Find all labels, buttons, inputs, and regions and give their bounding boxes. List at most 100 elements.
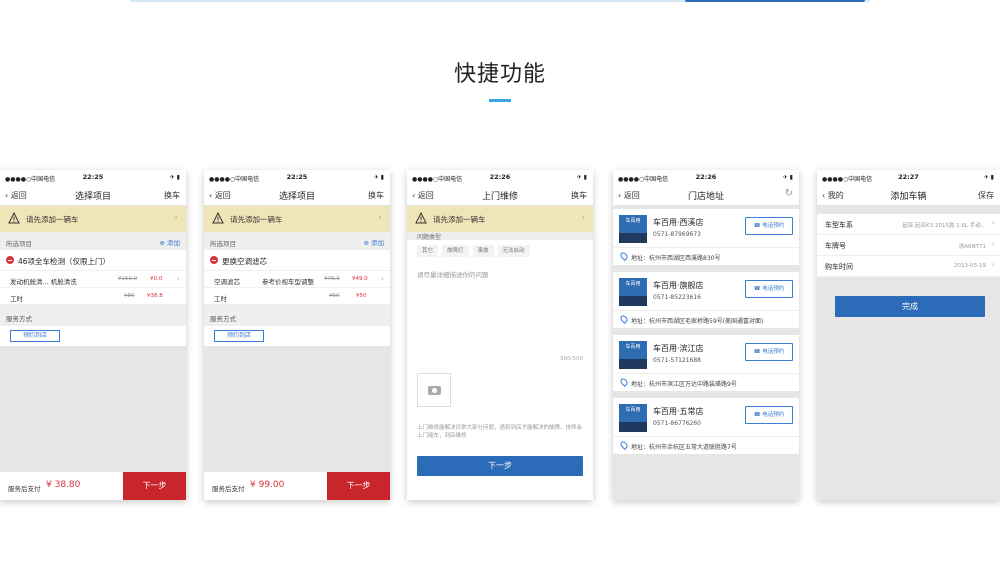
item-header: 更换空调滤芯 — [204, 250, 390, 270]
call-booking-button[interactable]: ☎ 电话预约 — [745, 217, 793, 235]
notice-text: 请先添加一辆车 — [26, 215, 79, 224]
phone-select-item-2: ●●●●○中国电信 22:25 ✈ ▮ ‹ 返回 选择项目 换车 请先添加一辆车… — [204, 170, 390, 500]
status-time: 22:25 — [286, 173, 308, 181]
status-bar: ●●●●○中国电信 22:25 ✈ ▮ — [0, 170, 186, 184]
top-bar-segment-active — [685, 0, 865, 2]
store-photo-base — [619, 422, 647, 432]
save-button[interactable]: 保存 — [978, 190, 994, 201]
add-item-button[interactable]: ⊕ 添加 — [159, 237, 180, 247]
nav-bar: ‹ 我的 添加车辆 保存 — [817, 184, 1000, 206]
status-bar: ●●●●○中国电信 22:27 ✈ ▮ — [817, 170, 1000, 184]
store-address: 地址：杭州市西湖区西溪路830号 — [631, 255, 721, 262]
problem-tag[interactable]: 事故 — [472, 245, 494, 257]
change-car-button[interactable]: 换车 — [571, 190, 587, 201]
store-name: 车百用·旗舰店 — [653, 281, 704, 290]
item-row[interactable]: 发动机舱清... 机舱清洗 ¥150.0 ¥0.0 › — [0, 270, 186, 287]
row-original-price: ¥79.0 — [324, 276, 340, 282]
notice-text: 请先添加一辆车 — [230, 215, 283, 224]
call-booking-button[interactable]: ☎ 电话预约 — [745, 343, 793, 361]
problem-tag[interactable]: 其它 — [417, 245, 439, 257]
warning-icon — [212, 212, 224, 224]
store-photo-label: 车百用 — [625, 407, 641, 413]
notice-text: 请先添加一辆车 — [433, 215, 486, 224]
change-car-button[interactable]: 换车 — [164, 190, 180, 201]
nav-title: 门店地址 — [687, 192, 724, 202]
chevron-right-icon: › — [581, 213, 585, 223]
section-title-underline — [489, 99, 511, 102]
purchase-date-field[interactable]: 购车时间 2013-03-19 › — [817, 256, 1000, 277]
total-amount: ¥ 99.00 — [250, 480, 285, 490]
pay-after-label: 服务后支付 — [212, 485, 245, 493]
selected-items-header: 所选项目 ⊕ 添加 — [0, 232, 186, 250]
service-method-header: 服务方式 — [0, 304, 186, 326]
row-price: ¥38.8 — [147, 293, 163, 299]
store-address: 地址：杭州市西湖区毛家桥路59号(美国通富对面) — [631, 318, 764, 325]
chevron-right-icon: › — [991, 218, 995, 227]
row-original-price: ¥150.0 — [118, 276, 138, 282]
next-button[interactable]: 下一步 — [123, 472, 186, 500]
add-item-button[interactable]: ⊕ 添加 — [363, 237, 384, 247]
plate-number-field[interactable]: 车牌号 浙A6NT71 › — [817, 235, 1000, 256]
row-note: 参考价视车型调整 — [262, 278, 314, 286]
store-photo-label: 车百用 — [625, 281, 641, 287]
store-photo-base — [619, 359, 647, 369]
nav-bar: ‹ 返回 选择项目 换车 — [0, 184, 186, 206]
store-address: 地址：杭州市滨江区万达中路装璜路9号 — [631, 381, 737, 388]
next-button[interactable]: 下一步 — [327, 472, 390, 500]
refresh-icon[interactable]: ↻ — [785, 188, 793, 199]
status-bar: ●●●●○中国电信 22:25 ✈ ▮ — [204, 170, 390, 184]
row-name: 工时 — [10, 295, 23, 303]
store-card[interactable]: 车百用 车百用·旗舰店 0571-85223616 ☎ 电话预约 地址：杭州市西… — [613, 272, 799, 328]
item-row[interactable]: 空调滤芯 参考价视车型调整 ¥79.0 ¥49.0 › — [204, 270, 390, 287]
selected-items-label: 所选项目 — [6, 240, 32, 248]
field-value: 2013-03-19 — [954, 263, 986, 269]
field-label: 车型车系 — [825, 221, 853, 229]
add-car-notice[interactable]: 请先添加一辆车 › — [204, 206, 390, 232]
add-car-notice[interactable]: 请先添加一辆车 › — [0, 206, 186, 232]
row-price: ¥50 — [356, 293, 367, 299]
nav-title: 选择项目 — [278, 192, 315, 202]
phone-add-vehicle: ●●●●○中国电信 22:27 ✈ ▮ ‹ 我的 添加车辆 保存 车型车系 起亚… — [817, 170, 1000, 500]
selected-items-label: 所选项目 — [210, 240, 236, 248]
nav-title: 选择项目 — [74, 192, 111, 202]
warning-icon — [415, 212, 427, 224]
battery-icon: ✈ ▮ — [169, 174, 180, 181]
call-booking-button[interactable]: ☎ 电话预约 — [745, 280, 793, 298]
book-store-button[interactable]: 预约到店 — [214, 330, 264, 342]
add-car-notice[interactable]: 请先添加一辆车 › — [407, 206, 593, 232]
add-photo-button[interactable] — [417, 373, 451, 407]
item-card: 46项全车检测（仅限上门） 发动机舱清... 机舱清洗 ¥150.0 ¥0.0 … — [0, 250, 186, 304]
store-phone: 0571-57121688 — [653, 357, 701, 364]
battery-icon: ✈ ▮ — [782, 174, 793, 181]
next-button[interactable]: 下一步 — [417, 456, 583, 476]
location-pin-icon — [619, 314, 629, 324]
chevron-right-icon: › — [378, 213, 382, 223]
item-row: 工时 ¥50 ¥50 — [204, 287, 390, 304]
problem-tag[interactable]: 无法启动 — [497, 245, 530, 257]
row-price: ¥49.0 — [352, 276, 368, 282]
remove-item-icon[interactable] — [210, 256, 218, 264]
nav-title: 添加车辆 — [890, 192, 927, 202]
change-car-button[interactable]: 换车 — [368, 190, 384, 201]
chevron-right-icon: › — [380, 274, 384, 283]
battery-icon: ✈ ▮ — [983, 174, 994, 181]
store-card[interactable]: 车百用 车百用·西溪店 0571-87969673 ☎ 电话预约 地址：杭州市西… — [613, 209, 799, 265]
item-title: 46项全车检测（仅限上门） — [18, 257, 111, 266]
vehicle-model-field[interactable]: 车型车系 起亚 起亚K3 2015款 1.6L 手动... › — [817, 214, 1000, 235]
store-card[interactable]: 车百用 车百用·五常店 0571-86776260 ☎ 电话预约 地址：杭州市余… — [613, 398, 799, 454]
row-price: ¥0.0 — [150, 276, 163, 282]
store-photo-label: 车百用 — [625, 218, 641, 224]
row-name: 发动机舱清... 机舱清洗 — [10, 278, 77, 286]
done-button[interactable]: 完成 — [835, 296, 985, 317]
book-store-button[interactable]: 预约到店 — [10, 330, 60, 342]
problem-tag[interactable]: 故障灯 — [442, 245, 469, 257]
remove-item-icon[interactable] — [6, 256, 14, 264]
call-booking-button[interactable]: ☎ 电话预约 — [745, 406, 793, 424]
location-pin-icon — [619, 251, 629, 261]
checkout-footer: 服务后支付 ¥ 38.80 下一步 — [0, 472, 186, 500]
checkout-footer: 服务后支付 ¥ 99.00 下一步 — [204, 472, 390, 500]
store-card[interactable]: 车百用 车百用·滨江店 0571-57121688 ☎ 电话预约 地址：杭州市滨… — [613, 335, 799, 391]
problem-description-input[interactable]: 请尽量详细描述你的问题 — [417, 269, 583, 339]
service-hint: 上门维修能解决日常大部分问题，遇到到店才能解决的故障，技师会上门接车，到店维修 — [417, 425, 583, 439]
